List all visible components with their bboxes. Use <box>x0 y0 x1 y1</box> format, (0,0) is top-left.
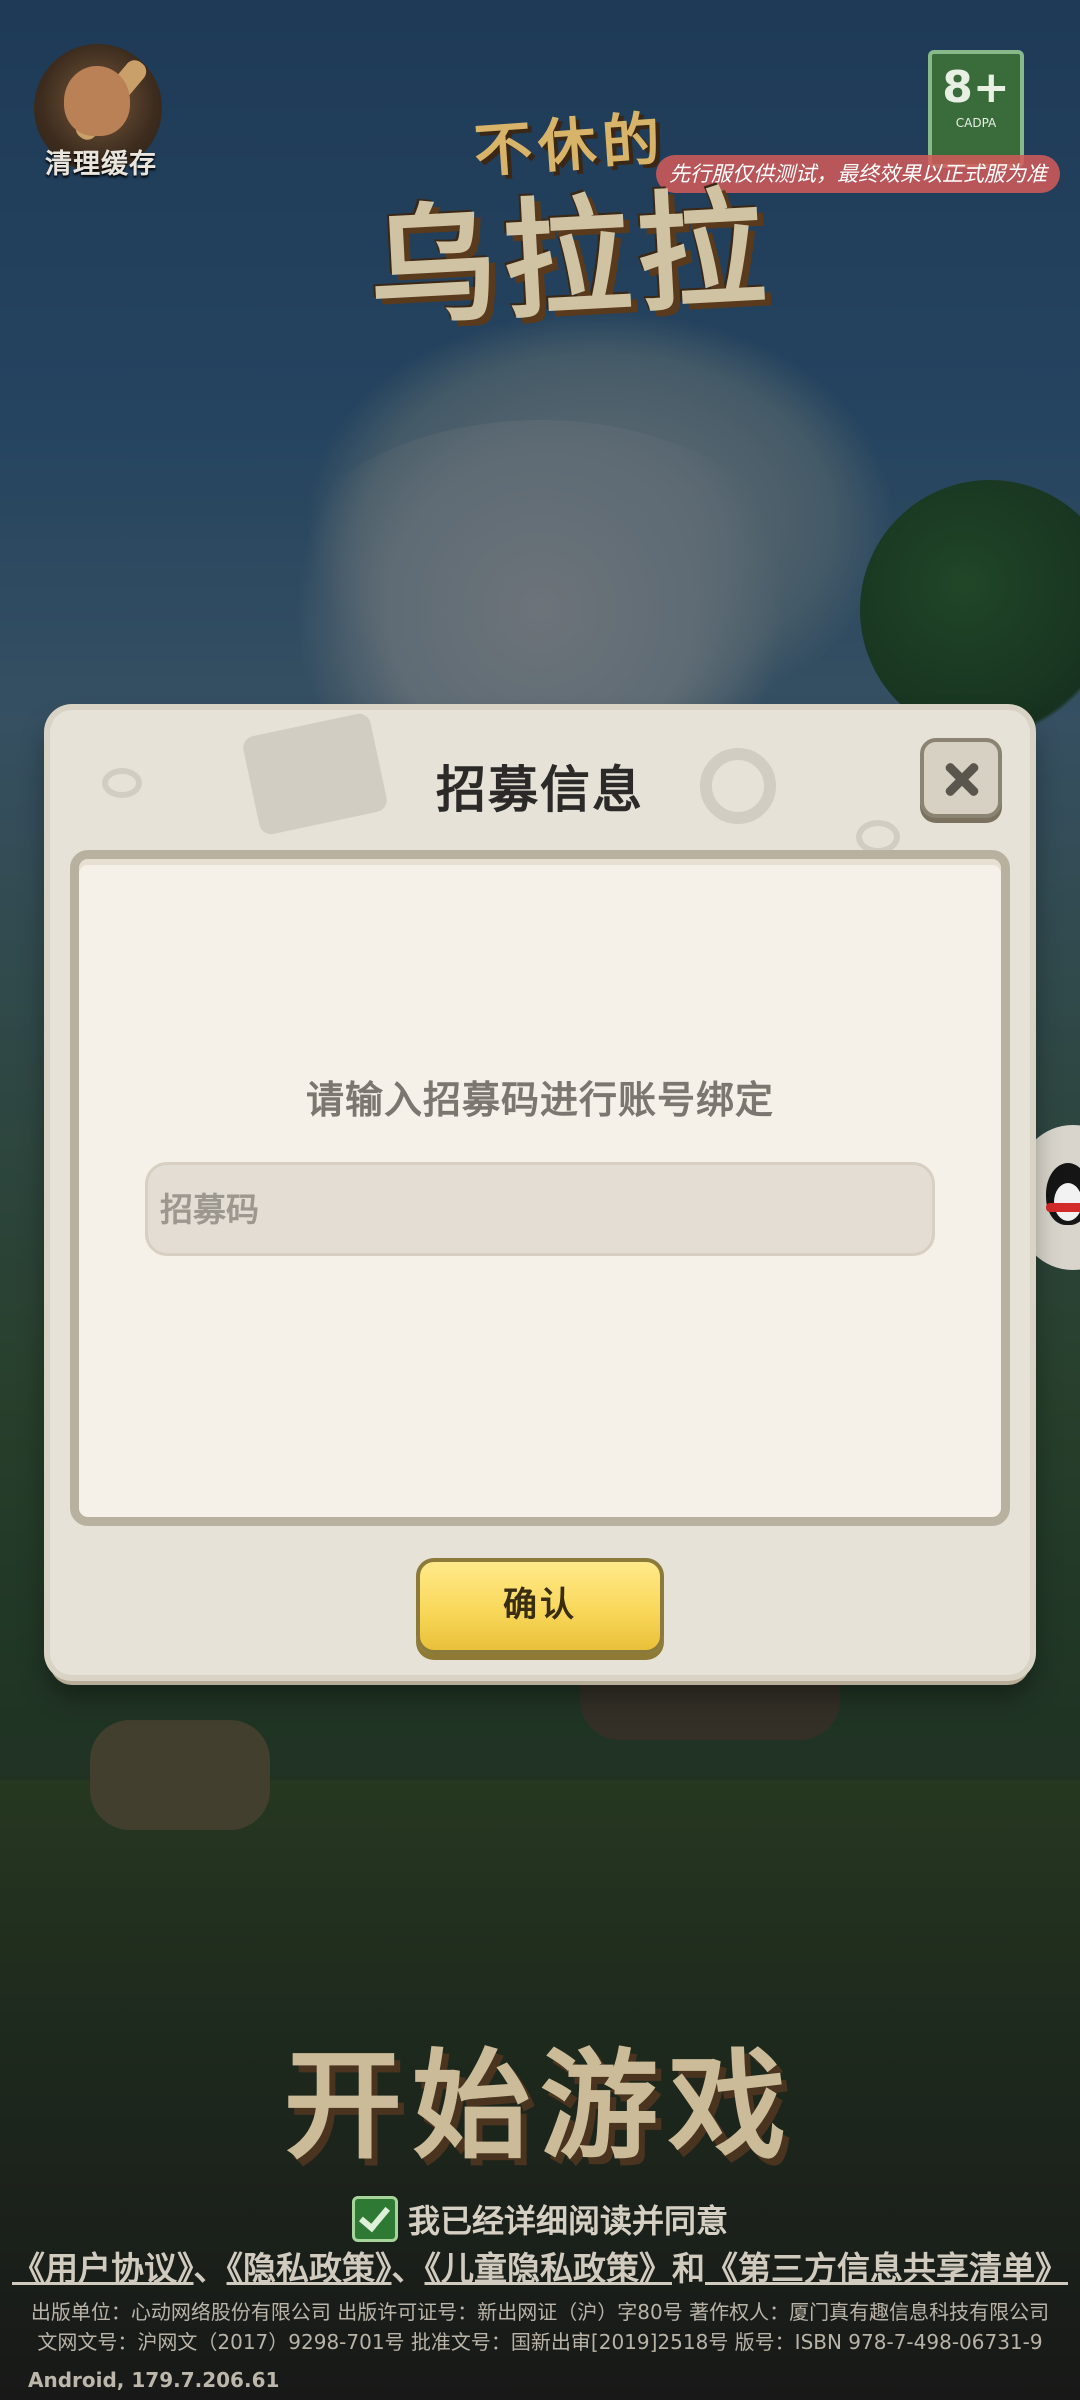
child-privacy-policy-link[interactable]: 《儿童隐私政策》 <box>425 2249 673 2288</box>
start-game-button[interactable]: 开始游戏 <box>0 2010 1080 2181</box>
recruit-code-input[interactable] <box>145 1162 935 1256</box>
age-rating-badge: 8+ CADPA <box>928 50 1024 168</box>
privacy-policy-link[interactable]: 《隐私政策》 <box>227 2249 392 2288</box>
user-agreement-link[interactable]: 《用户协议》 <box>12 2249 194 2288</box>
third-party-info-list-link[interactable]: 《第三方信息共享清单》 <box>705 2249 1068 2288</box>
recruit-code-prompt: 请输入招募码进行账号绑定 <box>305 1078 774 1122</box>
agreement-checkbox[interactable] <box>351 2196 398 2242</box>
age-rating-number: 8+ <box>942 62 1010 113</box>
policy-separator: 、 <box>391 2249 425 2288</box>
clear-cache-label[interactable]: 清理缓存 <box>16 142 186 181</box>
publisher-info-line1: 出版单位：心动网络股份有限公司 出版许可证号：新出网证（沪）字80号 著作权人：… <box>30 2300 1050 2324</box>
policy-links: 《用户协议》、《隐私政策》、《儿童隐私政策》和《第三方信息共享清单》 <box>0 2242 1080 2290</box>
recruit-info-dialog: 招募信息 请输入招募码进行账号绑定 确认 <box>50 710 1030 1675</box>
close-icon[interactable] <box>920 738 1002 818</box>
game-logo-line2: 乌拉拉 <box>365 174 775 345</box>
policy-and: 和 <box>672 2249 705 2288</box>
confirm-button[interactable]: 确认 <box>416 1558 664 1654</box>
caveman-avatar-icon <box>64 66 130 136</box>
agreement-text: 我已经详细阅读并同意 <box>407 2202 728 2240</box>
qq-penguin-belly <box>1054 1183 1080 1221</box>
game-logo: 不休的 乌拉拉 <box>290 104 850 410</box>
age-rating-org: CADPA <box>955 116 997 130</box>
publisher-info-line2: 文网文号：沪网文（2017）9298-701号 批准文号：国新出审[2019]2… <box>37 2330 1043 2354</box>
swirl-decoration <box>856 820 900 854</box>
dialog-content-panel: 请输入招募码进行账号绑定 <box>70 850 1010 1526</box>
policy-separator: 、 <box>193 2249 227 2288</box>
dialog-title: 招募信息 <box>436 761 644 819</box>
qq-penguin-scarf <box>1046 1203 1080 1212</box>
agreement-row: 我已经详细阅读并同意 <box>0 2196 1080 2242</box>
app-version: Android, 179.7.206.61 <box>28 2368 280 2392</box>
